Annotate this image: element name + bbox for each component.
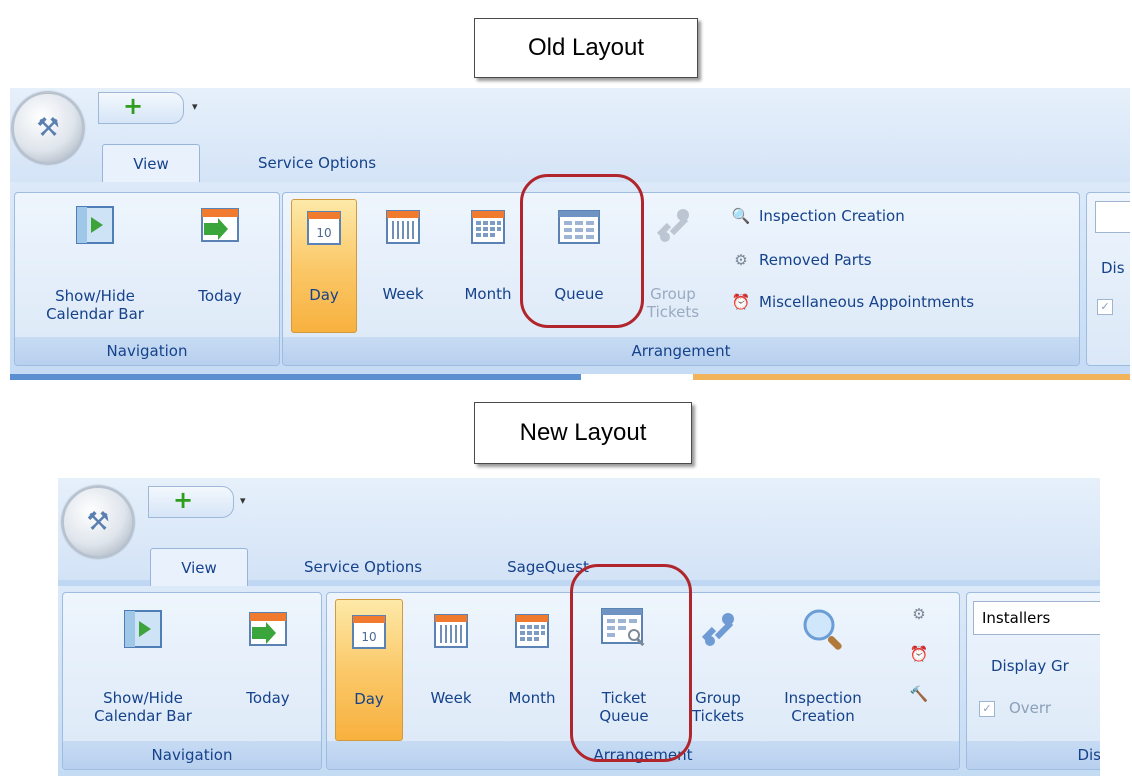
display-group-label: Dis [967, 741, 1100, 769]
ticket-queue-button[interactable]: Ticket Queue [581, 599, 667, 739]
today-button[interactable]: Today [175, 203, 265, 323]
display-select[interactable]: Installers [973, 601, 1100, 635]
old-layout-caption: Old Layout [474, 18, 698, 78]
customize-toolbar-arrow[interactable]: ▾ [240, 494, 246, 507]
navigation-group-label: Navigation [15, 337, 279, 365]
week-button[interactable]: Week [371, 199, 435, 331]
arrangement-group-label: Arrangement [327, 741, 959, 769]
add-icon[interactable]: + [123, 94, 143, 118]
new-layout-screenshot: + ▾ ⚒ View Service Options SageQuest Sho… [58, 478, 1100, 776]
show-hide-calendar-bar-button[interactable]: Show/Hide Calendar Bar [35, 203, 155, 333]
alarm-clock-icon: ⏰ [909, 645, 929, 663]
week-calendar-icon [434, 614, 468, 648]
week-calendar-icon [386, 210, 420, 244]
miscellaneous-appointments-small-button[interactable]: ⏰ [909, 645, 937, 663]
gear-icon: ⚙ [912, 605, 926, 623]
svg-text:10: 10 [361, 630, 376, 644]
wrench-icon: ⚒ [86, 507, 110, 537]
tools-icon [656, 209, 689, 242]
removed-parts-small-button[interactable]: ⚙ [909, 605, 937, 623]
navigation-group: Show/Hide Calendar Bar Today Navigation [14, 192, 280, 366]
day-calendar-icon: 10 [307, 211, 341, 245]
display-group-by-label: Display Gr [991, 657, 1069, 675]
month-button[interactable]: Month [455, 199, 521, 331]
tab-sagequest[interactable]: SageQuest [488, 548, 608, 586]
day-button[interactable]: 10 Day [291, 199, 357, 333]
wrench-icon: ⚒ [36, 113, 60, 143]
calendar-bar-icon [124, 610, 162, 648]
override-checkbox[interactable]: ✓ Overr [979, 699, 1051, 717]
hammer-icon: 🔨 [909, 685, 929, 703]
queue-list-icon [558, 210, 600, 244]
ticket-queue-icon [601, 608, 645, 647]
navigation-group: Show/Hide Calendar Bar Today Navigation [62, 592, 322, 770]
miscellaneous-appointments-item[interactable]: ⏰ Miscellaneous Appointments [731, 293, 974, 311]
display-group: Installers Display Gr ✓ Overr Dis [966, 592, 1100, 770]
new-layout-caption: New Layout [474, 402, 692, 464]
customize-toolbar-arrow[interactable]: ▾ [192, 100, 198, 113]
group-tickets-button[interactable]: Group Tickets [677, 599, 759, 739]
svg-text:10: 10 [316, 226, 331, 240]
day-calendar-icon: 10 [352, 615, 386, 649]
day-button[interactable]: 10 Day [335, 599, 403, 741]
today-calendar-icon [201, 208, 239, 242]
tools-icon [701, 613, 734, 646]
tab-service-options[interactable]: Service Options [232, 144, 402, 182]
group-tickets-button: Group Tickets [635, 199, 711, 339]
application-menu-button[interactable]: ⚒ [12, 92, 84, 164]
display-label-cut: Dis [1101, 259, 1125, 277]
search-icon: 🔍 [731, 207, 751, 225]
old-layout-screenshot: + ▾ ⚒ View Service Options Show/Hide Cal… [10, 88, 1130, 380]
navigation-group-label: Navigation [63, 741, 321, 769]
month-calendar-icon [471, 210, 505, 244]
arrangement-group: 10 Day Week Month Queue Group Tickets 🔍 I… [282, 192, 1080, 366]
tab-view[interactable]: View [150, 548, 248, 587]
month-calendar-icon [515, 614, 549, 648]
gear-icon: ⚙ [734, 251, 748, 269]
removed-parts-item[interactable]: ⚙ Removed Parts [731, 251, 871, 269]
application-menu-button[interactable]: ⚒ [62, 486, 134, 558]
calendar-bar-icon [76, 206, 114, 244]
today-button[interactable]: Today [223, 601, 313, 721]
display-select-cut[interactable] [1095, 201, 1130, 233]
today-calendar-icon [249, 612, 287, 646]
queue-button[interactable]: Queue [539, 199, 619, 331]
alarm-clock-icon: ⏰ [731, 293, 751, 311]
arrangement-group-label: Arrangement [283, 337, 1079, 365]
override-checkbox-cut[interactable]: ✓ [1097, 297, 1121, 315]
week-button[interactable]: Week [419, 599, 483, 739]
arrangement-group: 10 Day Week Month Ticket Queue Group Tic… [326, 592, 960, 770]
tab-view[interactable]: View [102, 144, 200, 183]
tab-service-options[interactable]: Service Options [278, 548, 448, 586]
inspection-creation-button[interactable]: Inspection Creation [771, 599, 875, 739]
display-group-cut: Dis ✓ [1086, 192, 1130, 366]
inspection-creation-item[interactable]: 🔍 Inspection Creation [731, 207, 905, 225]
show-hide-calendar-bar-button[interactable]: Show/Hide Calendar Bar [83, 601, 203, 735]
month-button[interactable]: Month [499, 599, 565, 739]
tool-small-button[interactable]: 🔨 [909, 685, 937, 703]
add-icon[interactable]: + [173, 488, 193, 512]
search-icon [803, 609, 842, 650]
